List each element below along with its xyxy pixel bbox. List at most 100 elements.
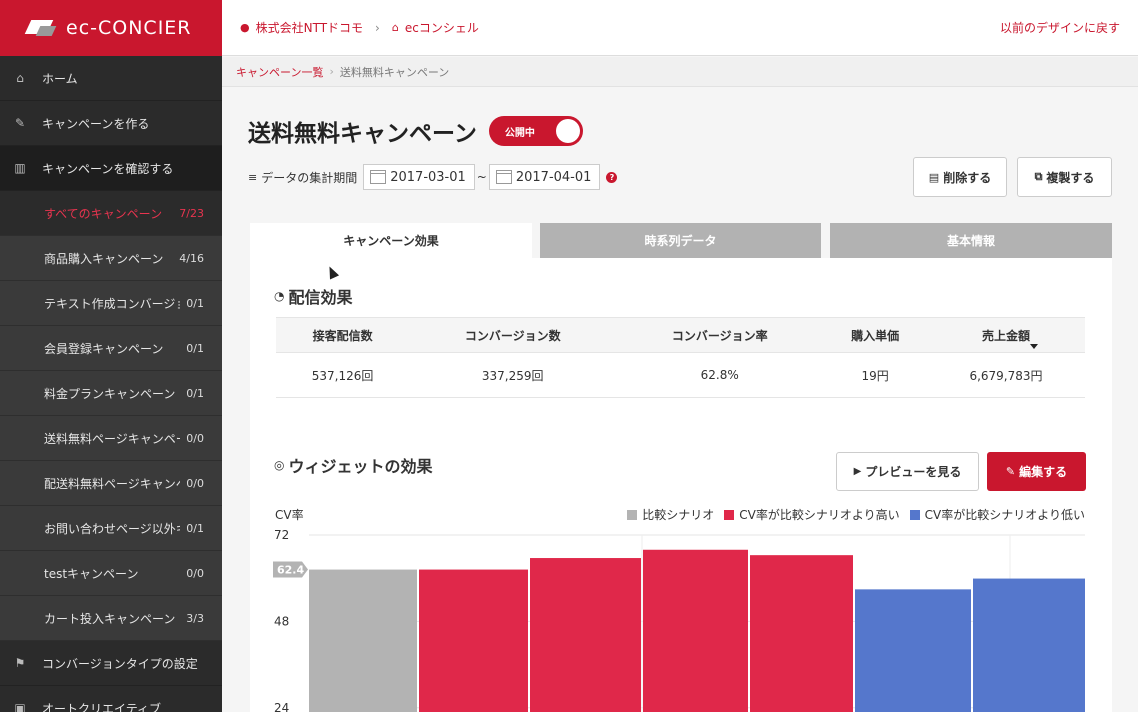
column-header[interactable]: コンバージョン数: [409, 317, 617, 353]
logo[interactable]: ec-CONCIER: [0, 0, 222, 56]
sidebar-item-auto-creative[interactable]: ▣ オートクリエイティブ: [0, 686, 222, 712]
chart-bar: [419, 569, 528, 712]
sidebar-subitem-count: 0/0: [186, 476, 204, 490]
y-tick-label: 72: [274, 528, 289, 542]
delivery-section-title: ◔ 配信効果: [274, 284, 353, 308]
sidebar-subitem-label: すべてのキャンペーン: [44, 206, 163, 221]
old-design-link[interactable]: 以前のデザインに戻す: [1000, 19, 1120, 36]
table-row: 537,126回 337,259回 62.8% 19円 6,679,783円: [276, 352, 1085, 398]
topbar: ● 株式会社NTTドコモ › ⌂ ecコンシェル 以前のデザインに戻す: [222, 0, 1138, 56]
sidebar-subitem-delivery-free[interactable]: 配送料無料ページキャンペーン 0/0: [0, 461, 222, 506]
chart-bar: [855, 589, 971, 712]
tab-bar: キャンペーン効果 時系列データ 基本情報: [250, 223, 1112, 258]
table-cell: 537,126回: [276, 352, 410, 398]
sidebar-subitem-count: 0/0: [186, 431, 204, 445]
breadcrumb: キャンペーン一覧 › 送料無料キャンペーン: [222, 57, 1138, 87]
calendar-icon: [495, 170, 512, 184]
sidebar-subitem-all[interactable]: すべてのキャンペーン 7/23: [0, 191, 222, 236]
column-header[interactable]: 接客配信数: [276, 317, 410, 353]
sidebar-subitem-label: カート投入キャンペーン: [44, 611, 176, 626]
sidebar-item-home[interactable]: ⌂ ホーム: [0, 56, 222, 101]
sidebar-subitem-text-conversion[interactable]: テキスト作成コンバージョン 0/1: [0, 281, 222, 326]
start-date-field[interactable]: 2017-03-01: [363, 164, 475, 190]
delivery-title-text: 配信効果: [288, 288, 353, 307]
delete-button[interactable]: ▤ 削除する: [913, 157, 1007, 197]
tab-campaign-effect[interactable]: キャンペーン効果: [250, 223, 532, 258]
sidebar-item-label: オートクリエイティブ: [42, 701, 162, 712]
column-header[interactable]: コンバージョン率: [616, 317, 824, 353]
service-link[interactable]: ecコンシェル: [405, 19, 479, 36]
chart-bar: [973, 578, 1085, 712]
sidebar-subitem-count: 0/0: [186, 566, 204, 580]
title-row: 送料無料キャンペーン 公開中: [248, 114, 583, 148]
sidebar-item-create[interactable]: ✎ キャンペーンを作る: [0, 101, 222, 146]
sidebar-subitem-free-shipping[interactable]: 送料無料ページキャンペーン 0/0: [0, 416, 222, 461]
calendar-icon: [370, 170, 387, 184]
breadcrumb-current: 送料無料キャンペーン: [339, 65, 450, 79]
range-separator: ~: [476, 170, 487, 184]
chart-bar: [309, 569, 417, 712]
period-selector: ≡ データの集計期間 2017-03-01 ~ 2017-04-01 ?: [248, 164, 618, 190]
sidebar-subitem-inquiry[interactable]: お問い合わせページ以外キャンペーン 0/1: [0, 506, 222, 551]
sidebar-item-conversion-type[interactable]: ⚑ コンバージョンタイプの設定: [0, 641, 222, 686]
brand-name: ec-CONCIER: [66, 17, 192, 39]
help-icon[interactable]: ?: [606, 171, 618, 183]
chart-bar: [750, 555, 853, 712]
breadcrumb-campaign-list[interactable]: キャンペーン一覧: [236, 64, 323, 80]
main-content: 送料無料キャンペーン 公開中 ≡ データの集計期間 2017-03-01 ~ 2…: [222, 88, 1138, 712]
sidebar-subitem-label: お問い合わせページ以外キャンペーン: [44, 521, 180, 536]
sidebar-subitem-label: 配送料無料ページキャンペーン: [44, 476, 180, 491]
edit-icon: ✎: [14, 116, 26, 130]
table-header-row: 接客配信数 コンバージョン数 コンバージョン率 購入単価 売上金額: [276, 317, 1085, 353]
edit-icon: ✎: [1005, 465, 1016, 478]
toggle-knob: [555, 119, 580, 143]
publish-status-label: 公開中: [504, 127, 535, 139]
campaign-effect-panel: ◔ 配信効果 接客配信数 コンバージョン数 コンバージョン率 購入単価 売上金額…: [250, 258, 1112, 712]
table-cell: 6,679,783円: [926, 352, 1085, 398]
sidebar-item-label: キャンペーンを作る: [42, 116, 150, 131]
tab-timeseries[interactable]: 時系列データ: [540, 223, 821, 258]
duplicate-button[interactable]: ⧉ 複製する: [1017, 157, 1112, 197]
sidebar-subitem-count: 4/16: [179, 251, 204, 265]
target-icon: ◎: [274, 458, 285, 472]
bar-chart-icon: ▥: [14, 161, 26, 175]
sidebar-item-label: コンバージョンタイプの設定: [42, 656, 198, 671]
preview-button-label: プレビューを見る: [865, 465, 962, 479]
column-header[interactable]: 売上金額: [926, 317, 1085, 353]
sidebar: ec-CONCIER ⌂ ホーム ✎ キャンペーンを作る ▥ キャンペーンを確認…: [0, 0, 222, 712]
sidebar-subitem-count: 0/1: [186, 521, 204, 535]
sidebar-subitem-count: 7/23: [179, 206, 204, 220]
preview-button[interactable]: ▶ プレビューを見る: [836, 452, 979, 491]
tab-basic-info[interactable]: 基本情報: [830, 223, 1112, 258]
play-icon: ▶: [853, 466, 862, 477]
sidebar-subitem-label: testキャンペーン: [44, 566, 139, 581]
breadcrumb-separator: ›: [375, 20, 380, 35]
duplicate-button-label: 複製する: [1046, 170, 1095, 185]
end-date-field[interactable]: 2017-04-01: [488, 164, 601, 190]
end-date-value: 2017-04-01: [515, 169, 592, 185]
table-cell: 19円: [823, 352, 927, 398]
sidebar-item-label: ホーム: [42, 71, 78, 86]
publish-toggle[interactable]: 公開中: [488, 116, 583, 146]
delivery-metrics-table: 接客配信数 コンバージョン数 コンバージョン率 購入単価 売上金額 537,12…: [276, 317, 1085, 398]
column-header[interactable]: 購入単価: [823, 317, 927, 353]
edit-button-label: 編集する: [1019, 465, 1068, 479]
sidebar-subitem-label: テキスト作成コンバージョン: [44, 296, 180, 311]
company-link[interactable]: 株式会社NTTドコモ: [256, 19, 363, 36]
sidebar-subitem-purchase[interactable]: 商品購入キャンペーン 4/16: [0, 236, 222, 281]
sidebar-subitem-label: 送料無料ページキャンペーン: [44, 431, 180, 446]
chart-bar: [643, 549, 748, 712]
sidebar-subitem-cart[interactable]: カート投入キャンペーン 3/3: [0, 596, 222, 641]
edit-button[interactable]: ✎ 編集する: [987, 452, 1086, 491]
tab-label: 時系列データ: [644, 234, 717, 248]
page-title: 送料無料キャンペーン: [248, 121, 477, 147]
sidebar-subitem-member[interactable]: 会員登録キャンペーン 0/1: [0, 326, 222, 371]
sidebar-item-review[interactable]: ▥ キャンペーンを確認する: [0, 146, 222, 191]
sidebar-subitem-plan[interactable]: 料金プランキャンペーン 0/1: [0, 371, 222, 416]
user-icon: ●: [240, 21, 250, 34]
sidebar-subitem-test[interactable]: testキャンペーン 0/0: [0, 551, 222, 596]
period-label: データの集計期間: [261, 170, 358, 185]
database-icon: ≡: [248, 170, 258, 184]
table-cell: 62.8%: [616, 352, 824, 398]
delete-button-label: 削除する: [943, 170, 992, 185]
